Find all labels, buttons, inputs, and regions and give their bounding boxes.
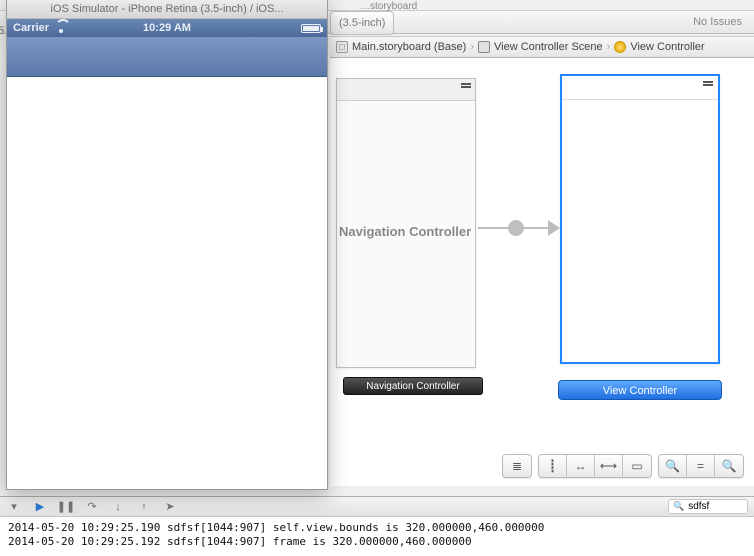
left-gutter-num: 5 (0, 25, 4, 37)
console-filter-input[interactable] (688, 501, 738, 512)
scene-navigation-controller[interactable]: Navigation Controller Navigation Control… (336, 78, 476, 368)
pause-button[interactable]: ❚❚ (58, 500, 74, 514)
step-into-button[interactable]: ↓ (110, 500, 126, 514)
step-out-button[interactable]: ↑ (136, 500, 152, 514)
scene-icon (478, 41, 490, 53)
resizing-button[interactable]: ▭ (623, 455, 651, 477)
jump-bar-vc[interactable]: View Controller (614, 41, 704, 53)
search-icon: 🔍 (673, 501, 684, 512)
canvas-toolbar: ≣ ┋ ↔ ⟷ ▭ 🔍 = 🔍 (502, 454, 744, 478)
scene-title-nav[interactable]: Navigation Controller (343, 377, 483, 395)
chevron-right-icon: › (470, 41, 474, 53)
debug-area: ▾ ▶ ❚❚ ↷ ↓ ↑ ➤ 🔍 2014-05-20 10:29:25.190… (0, 496, 754, 556)
scene-view-controller[interactable] (560, 74, 720, 364)
console-line: 2014-05-20 10:29:25.190 sdfsf[1044:907] … (8, 521, 544, 534)
zoom-in-button[interactable]: 🔍 (715, 455, 743, 477)
simulator-titlebar[interactable]: iOS Simulator - iPhone Retina (3.5-inch)… (7, 0, 327, 19)
resize-handle-icon[interactable] (703, 81, 713, 83)
disclosure-icon[interactable]: ▾ (6, 500, 22, 514)
scene-title-vc[interactable]: View Controller (558, 380, 722, 400)
debug-toolbar: ▾ ▶ ❚❚ ↷ ↓ ↑ ➤ 🔍 (0, 497, 754, 517)
layout-buttons: ┋ ↔ ⟷ ▭ (538, 454, 652, 478)
console-output[interactable]: 2014-05-20 10:29:25.190 sdfsf[1044:907] … (0, 517, 754, 553)
continue-button[interactable]: ▶ (32, 500, 48, 514)
console-line: 2014-05-20 10:29:25.192 sdfsf[1044:907] … (8, 535, 472, 548)
align-button[interactable]: ┋ (539, 455, 567, 477)
location-button[interactable]: ➤ (162, 500, 178, 514)
jump-bar-storyboard-label: Main.storyboard (Base) (352, 41, 466, 53)
document-icon[interactable]: ≣ (503, 455, 531, 477)
step-over-button[interactable]: ↷ (84, 500, 100, 514)
battery-icon (301, 24, 321, 33)
status-no-issues: No Issues (693, 16, 742, 28)
resize-handle-icon[interactable] (461, 83, 471, 85)
console-filter[interactable]: 🔍 (668, 499, 748, 514)
viewcontroller-icon (614, 41, 626, 53)
ib-canvas[interactable]: Navigation Controller Navigation Control… (330, 58, 754, 486)
arrow-right-icon (548, 220, 560, 236)
segue-relationship-icon (508, 220, 524, 236)
zoom-fit-button[interactable]: = (687, 455, 715, 477)
nav-controller-placeholder-label: Navigation Controller (339, 224, 471, 239)
zoom-buttons: 🔍 = 🔍 (658, 454, 744, 478)
jump-bar-storyboard[interactable]: Main.storyboard (Base) (336, 41, 466, 53)
segue-arrow[interactable] (478, 218, 558, 238)
resolve-issues-button[interactable]: ⟷ (595, 455, 623, 477)
simulator-statusbar: Carrier 10:29 AM (7, 19, 327, 37)
pin-button[interactable]: ↔ (567, 455, 595, 477)
jump-bar[interactable]: Main.storyboard (Base) › View Controller… (330, 36, 754, 58)
jump-bar-scene-label: View Controller Scene (494, 41, 603, 53)
simulator-nav-bar (7, 37, 327, 77)
ios-simulator-window[interactable]: iOS Simulator - iPhone Retina (3.5-inch)… (6, 0, 328, 490)
jump-bar-vc-label: View Controller (630, 41, 704, 53)
simulator-title: iOS Simulator - iPhone Retina (3.5-inch)… (51, 3, 284, 15)
scheme-device[interactable]: (3.5-inch) (330, 11, 394, 35)
vc-nav-bar (562, 76, 718, 100)
storyboard-icon (336, 41, 348, 53)
zoom-out-button[interactable]: 🔍 (659, 455, 687, 477)
nav-bar-placeholder (337, 79, 475, 101)
jump-bar-scene[interactable]: View Controller Scene (478, 41, 603, 53)
document-outline-toggle[interactable]: ≣ (502, 454, 532, 478)
statusbar-time: 10:29 AM (7, 22, 327, 34)
chevron-right-icon: › (607, 41, 611, 53)
